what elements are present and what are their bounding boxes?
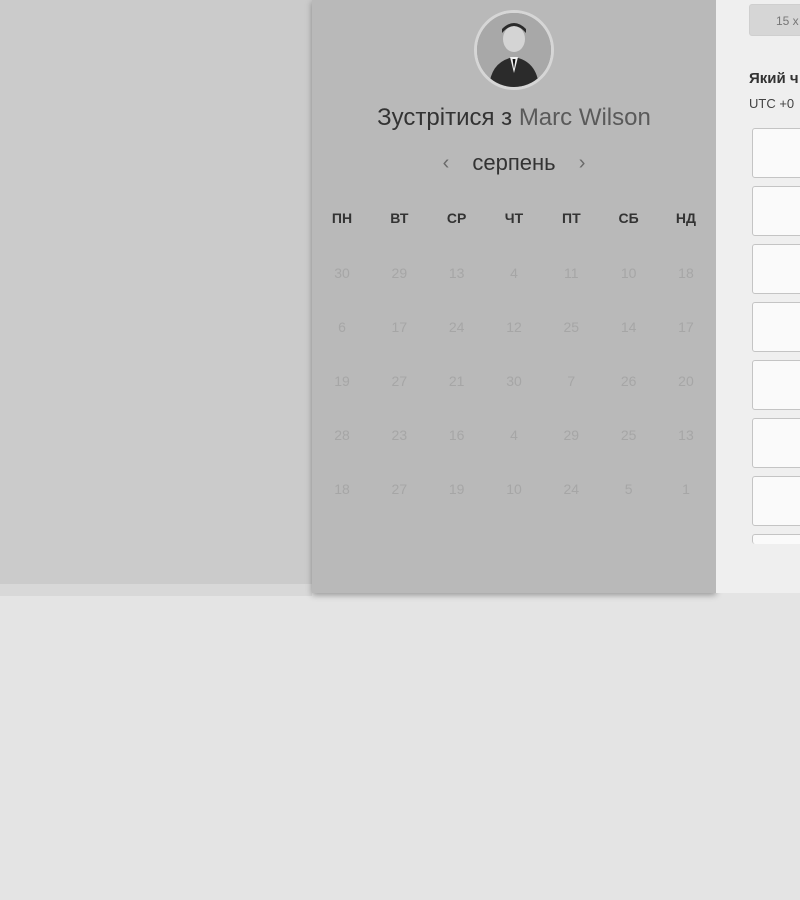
- calendar-day: 26: [620, 373, 637, 389]
- user-avatar-icon: [477, 13, 551, 87]
- weekday-label: НД: [675, 210, 697, 226]
- calendar-day: 4: [510, 265, 518, 281]
- calendar-day: 17: [391, 319, 408, 335]
- calendar-day: 29: [391, 265, 408, 281]
- calendar-week: 18 27 19 10 24 5 1: [325, 478, 703, 532]
- calendar-day: 17: [678, 319, 694, 335]
- calendar-day: 12: [506, 319, 522, 335]
- calendar-day: 24: [448, 319, 465, 335]
- calendar-day: 20: [678, 373, 694, 389]
- time-question-heading: Який ч: [749, 70, 799, 87]
- time-slot-button[interactable]: [752, 186, 800, 236]
- weekday-label: ПН: [331, 210, 353, 226]
- calendar-card: Зустрітися з Marc Wilson ‹ серпень › ПН …: [312, 0, 716, 593]
- calendar-day: 18: [678, 265, 694, 281]
- calendar-day: 21: [448, 373, 465, 389]
- calendar-day: 30: [506, 373, 522, 389]
- weekday-label: СБ: [618, 210, 639, 226]
- calendar-day: 24: [563, 481, 580, 497]
- time-slot-button[interactable]: [752, 128, 800, 178]
- calendar-week: 30 29 13 4 11 10 18: [325, 262, 703, 316]
- time-slot-list: [752, 128, 800, 552]
- calendar-week: 6 17 24 12 25 14 17: [325, 316, 703, 370]
- time-slot-button[interactable]: [752, 476, 800, 526]
- calendar-day: 30: [334, 265, 350, 281]
- host-name: Marc Wilson: [518, 104, 651, 131]
- calendar-day: 10: [620, 265, 637, 281]
- calendar-grid: 30 29 13 4 11 10 18 6 17 24 12 25 14 17 …: [312, 262, 716, 532]
- time-slot-button[interactable]: [752, 244, 800, 294]
- host-avatar: [474, 10, 554, 90]
- time-slot-button[interactable]: [752, 360, 800, 410]
- calendar-day: 28: [334, 427, 350, 443]
- calendar-week: 28 23 16 4 29 25 13: [325, 424, 703, 478]
- calendar-day: 29: [563, 427, 580, 443]
- calendar-day: 25: [620, 427, 637, 443]
- weekday-label: СР: [446, 210, 467, 226]
- weekday-label: ПТ: [562, 210, 581, 226]
- calendar-day: 27: [391, 481, 408, 497]
- duration-select[interactable]: 15 x: [749, 4, 800, 36]
- left-pane-footer: [0, 584, 312, 596]
- calendar-day: 18: [334, 481, 350, 497]
- calendar-day: 5: [624, 481, 633, 497]
- calendar-day: 6: [338, 319, 346, 335]
- meeting-title: Зустрітися з Marc Wilson: [312, 104, 716, 132]
- meeting-title-prefix: Зустрітися з: [377, 104, 513, 131]
- calendar-day: 4: [510, 427, 518, 443]
- calendar-day: 13: [678, 427, 694, 443]
- chevron-right-icon[interactable]: ›: [570, 152, 594, 175]
- weekday-label: ВТ: [390, 210, 409, 226]
- chevron-left-icon[interactable]: ‹: [434, 152, 458, 175]
- weekday-label: ЧТ: [504, 210, 524, 226]
- calendar-day: 19: [448, 481, 465, 497]
- calendar-day: 23: [391, 427, 408, 443]
- calendar-day: 13: [448, 265, 465, 281]
- calendar-day: 1: [682, 481, 690, 497]
- calendar-day: 7: [567, 373, 576, 389]
- left-pane: [0, 0, 312, 584]
- calendar-day: 16: [448, 427, 465, 443]
- calendar-day: 10: [506, 481, 522, 497]
- timezone-label[interactable]: UTC +0: [749, 96, 794, 111]
- weekday-header: ПН ВТ СР ЧТ ПТ СБ НД: [312, 210, 716, 226]
- month-label: серпень: [472, 150, 556, 175]
- calendar-day: 25: [563, 319, 580, 335]
- calendar-day: 14: [620, 319, 637, 335]
- calendar-week: 19 27 21 30 7 26 20: [325, 370, 703, 424]
- time-slot-button[interactable]: [752, 534, 800, 544]
- calendar-day: 11: [564, 265, 579, 281]
- time-slot-button[interactable]: [752, 302, 800, 352]
- time-slot-button[interactable]: [752, 418, 800, 468]
- calendar-day: 27: [391, 373, 408, 389]
- calendar-day: 19: [334, 373, 350, 389]
- month-navigation: ‹ серпень ›: [312, 150, 716, 180]
- time-selection-pane: 15 x Який ч UTC +0: [716, 0, 800, 593]
